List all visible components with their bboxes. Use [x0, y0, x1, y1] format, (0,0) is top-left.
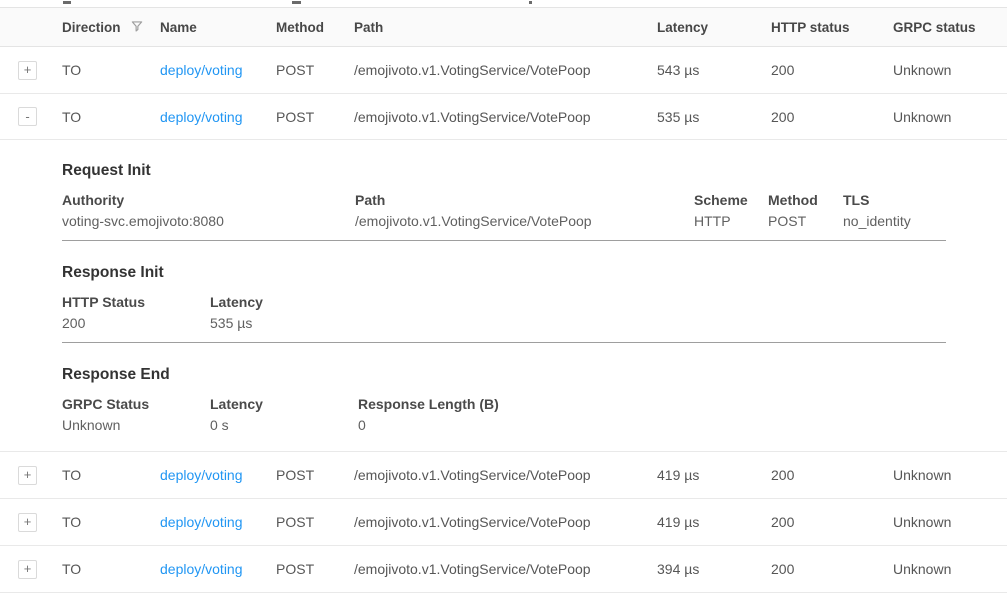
field-label: Path	[355, 192, 694, 209]
cell-path: /emojivoto.v1.VotingService/VotePoop	[342, 561, 645, 577]
cell-grpc-status: Unknown	[881, 62, 1007, 78]
field-label: Method	[768, 192, 843, 209]
field-grpc-status: GRPC Status Unknown	[62, 396, 210, 434]
cell-latency: 543 µs	[645, 62, 759, 78]
cell-latency: 419 µs	[645, 514, 759, 530]
response-init-fields: HTTP Status 200 Latency 535 µs	[62, 294, 946, 332]
field-value: POST	[768, 213, 843, 230]
cell-http-status: 200	[759, 561, 881, 577]
cell-http-status: 200	[759, 62, 881, 78]
section-divider	[62, 240, 946, 241]
cell-method: POST	[264, 514, 342, 530]
request-detail-panel: Request Init Authority voting-svc.emojiv…	[0, 161, 1007, 452]
field-label: Response Length (B)	[358, 396, 946, 413]
field-label: GRPC Status	[62, 396, 210, 413]
field-label: Authority	[62, 192, 355, 209]
column-header-method: Method	[264, 20, 342, 35]
collapse-row-button[interactable]: -	[18, 107, 37, 126]
field-http-status: HTTP Status 200	[62, 294, 210, 332]
field-value: 0	[358, 417, 946, 434]
clipped-text-remnant	[63, 1, 71, 4]
filter-icon[interactable]	[130, 19, 144, 36]
response-end-fields: GRPC Status Unknown Latency 0 s Response…	[62, 396, 946, 434]
field-value: 0 s	[210, 417, 358, 434]
field-latency: Latency 535 µs	[210, 294, 946, 332]
cell-method: POST	[264, 467, 342, 483]
field-method: Method POST	[768, 192, 843, 230]
cell-method: POST	[264, 561, 342, 577]
cell-direction: TO	[50, 109, 148, 125]
column-header-direction-label: Direction	[62, 20, 121, 35]
cell-path: /emojivoto.v1.VotingService/VotePoop	[342, 62, 645, 78]
column-header-latency: Latency	[645, 20, 759, 35]
resource-link[interactable]: deploy/voting	[160, 62, 243, 78]
cell-http-status: 200	[759, 514, 881, 530]
column-header-direction: Direction	[50, 18, 148, 36]
cell-path: /emojivoto.v1.VotingService/VotePoop	[342, 109, 645, 125]
section-title-response-end: Response End	[62, 365, 946, 384]
field-tls: TLS no_identity	[843, 192, 946, 230]
cell-grpc-status: Unknown	[881, 561, 1007, 577]
resource-link[interactable]: deploy/voting	[160, 561, 243, 577]
clipped-text-remnant	[529, 1, 532, 4]
resource-link[interactable]: deploy/voting	[160, 109, 243, 125]
cell-grpc-status: Unknown	[881, 467, 1007, 483]
cell-path: /emojivoto.v1.VotingService/VotePoop	[342, 514, 645, 530]
cell-grpc-status: Unknown	[881, 109, 1007, 125]
section-title-request-init: Request Init	[62, 161, 946, 180]
table-header-row: Direction Name Method Path Latency HTTP …	[0, 7, 1007, 47]
cell-http-status: 200	[759, 467, 881, 483]
expand-row-button[interactable]: +	[18, 513, 37, 532]
field-label: TLS	[843, 192, 946, 209]
request-init-fields: Authority voting-svc.emojivoto:8080 Path…	[62, 192, 946, 230]
section-divider	[62, 342, 946, 343]
field-value: no_identity	[843, 213, 946, 230]
cell-direction: TO	[50, 514, 148, 530]
field-value: Unknown	[62, 417, 210, 434]
section-title-response-init: Response Init	[62, 263, 946, 282]
cell-direction: TO	[50, 467, 148, 483]
field-label: Latency	[210, 396, 358, 413]
cell-direction: TO	[50, 62, 148, 78]
column-header-http-status: HTTP status	[759, 20, 881, 35]
expand-row-button[interactable]: +	[18, 61, 37, 80]
cell-grpc-status: Unknown	[881, 514, 1007, 530]
table-row: + TO deploy/voting POST /emojivoto.v1.Vo…	[0, 452, 1007, 499]
cell-http-status: 200	[759, 109, 881, 125]
field-label: HTTP Status	[62, 294, 210, 311]
field-path: Path /emojivoto.v1.VotingService/VotePoo…	[355, 192, 694, 230]
cell-method: POST	[264, 109, 342, 125]
field-label: Latency	[210, 294, 946, 311]
cell-path: /emojivoto.v1.VotingService/VotePoop	[342, 467, 645, 483]
cell-direction: TO	[50, 561, 148, 577]
field-value: HTTP	[694, 213, 768, 230]
field-value: /emojivoto.v1.VotingService/VotePoop	[355, 213, 694, 230]
resource-link[interactable]: deploy/voting	[160, 514, 243, 530]
field-value: voting-svc.emojivoto:8080	[62, 213, 355, 230]
table-row: + TO deploy/voting POST /emojivoto.v1.Vo…	[0, 47, 1007, 94]
clipped-text-remnant	[292, 1, 301, 4]
table-row-expanded: - TO deploy/voting POST /emojivoto.v1.Vo…	[0, 94, 1007, 140]
resource-link[interactable]: deploy/voting	[160, 467, 243, 483]
field-response-length: Response Length (B) 0	[358, 396, 946, 434]
cell-latency: 535 µs	[645, 109, 759, 125]
field-scheme: Scheme HTTP	[694, 192, 768, 230]
cell-latency: 419 µs	[645, 467, 759, 483]
field-authority: Authority voting-svc.emojivoto:8080	[62, 192, 355, 230]
column-header-path: Path	[342, 20, 645, 35]
cell-method: POST	[264, 62, 342, 78]
column-header-grpc-status: GRPC status	[881, 20, 1007, 35]
tap-table: Direction Name Method Path Latency HTTP …	[0, 7, 1007, 593]
field-value: 535 µs	[210, 315, 946, 332]
table-row: + TO deploy/voting POST /emojivoto.v1.Vo…	[0, 499, 1007, 546]
cell-latency: 394 µs	[645, 561, 759, 577]
field-value: 200	[62, 315, 210, 332]
column-header-name: Name	[148, 20, 264, 35]
field-label: Scheme	[694, 192, 768, 209]
expand-row-button[interactable]: +	[18, 466, 37, 485]
field-latency: Latency 0 s	[210, 396, 358, 434]
clipped-row-remnant	[0, 0, 1007, 7]
expand-row-button[interactable]: +	[18, 560, 37, 579]
